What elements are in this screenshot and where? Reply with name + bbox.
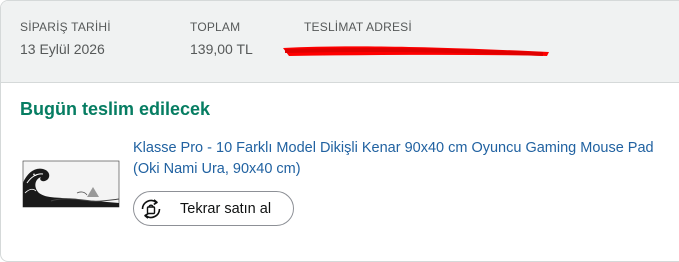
order-total-value: 139,00 TL — [190, 41, 253, 57]
shipping-address-column: TESLİMAT ADRESİ — [304, 19, 412, 35]
delivery-status-heading: Bugün teslim edilecek — [20, 99, 211, 119]
rebuy-label: Tekrar satın al — [180, 200, 272, 217]
wave-mousepad-image[interactable] — [21, 153, 121, 215]
shipping-address-label: TESLİMAT ADRESİ — [304, 20, 412, 34]
product-title-link[interactable]: Klasse Pro - 10 Farklı Model Dikişli Ken… — [133, 138, 673, 179]
order-date-column: SİPARİŞ TARİHİ 13 Eylül 2026 — [20, 19, 111, 59]
rebuy-icon — [138, 196, 164, 222]
order-date-value: 13 Eylül 2026 — [20, 41, 105, 57]
order-total-label: TOPLAM — [190, 20, 241, 34]
order-date-label: SİPARİŞ TARİHİ — [20, 20, 111, 34]
redacted-address-scribble — [283, 46, 549, 56]
order-total-column: TOPLAM 139,00 TL — [190, 19, 253, 59]
order-card: SİPARİŞ TARİHİ 13 Eylül 2026 TOPLAM 139,… — [0, 0, 679, 262]
rebuy-button[interactable]: Tekrar satın al — [133, 191, 294, 226]
order-header: SİPARİŞ TARİHİ 13 Eylül 2026 TOPLAM 139,… — [1, 1, 679, 83]
